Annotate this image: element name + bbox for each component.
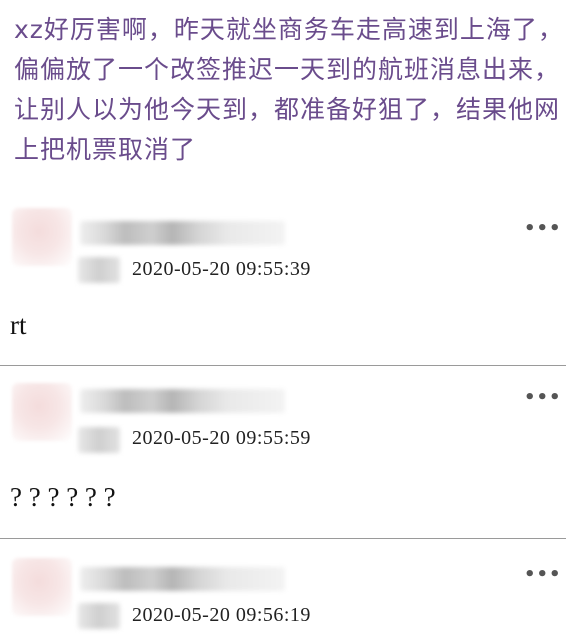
comment-text: ? ? ? ? ? ?	[10, 482, 116, 512]
post-text: xz好厉害啊，昨天就坐商务车走高速到上海了，偏偏放了一个改签推迟一天到的航班消息…	[14, 15, 564, 164]
username-blurred[interactable]	[80, 567, 285, 591]
avatar[interactable]	[12, 558, 72, 616]
comment-text: rt	[10, 310, 27, 340]
comment-timestamp: 2020-05-20 09:55:59	[132, 427, 311, 449]
comment-timestamp: 2020-05-20 09:56:19	[132, 604, 311, 626]
more-options-button[interactable]: •••	[524, 566, 562, 584]
username-blurred[interactable]	[80, 389, 285, 413]
user-badge-blurred	[78, 603, 120, 629]
username-blurred[interactable]	[80, 221, 285, 245]
avatar[interactable]	[12, 383, 72, 441]
avatar[interactable]	[12, 208, 72, 266]
comment-timestamp: 2020-05-20 09:55:39	[132, 258, 311, 280]
user-badge-blurred	[78, 427, 120, 453]
divider	[0, 538, 566, 539]
divider	[0, 365, 566, 366]
user-badge-blurred	[78, 257, 120, 283]
more-options-button[interactable]: •••	[524, 389, 562, 407]
more-options-button[interactable]: •••	[524, 220, 562, 238]
